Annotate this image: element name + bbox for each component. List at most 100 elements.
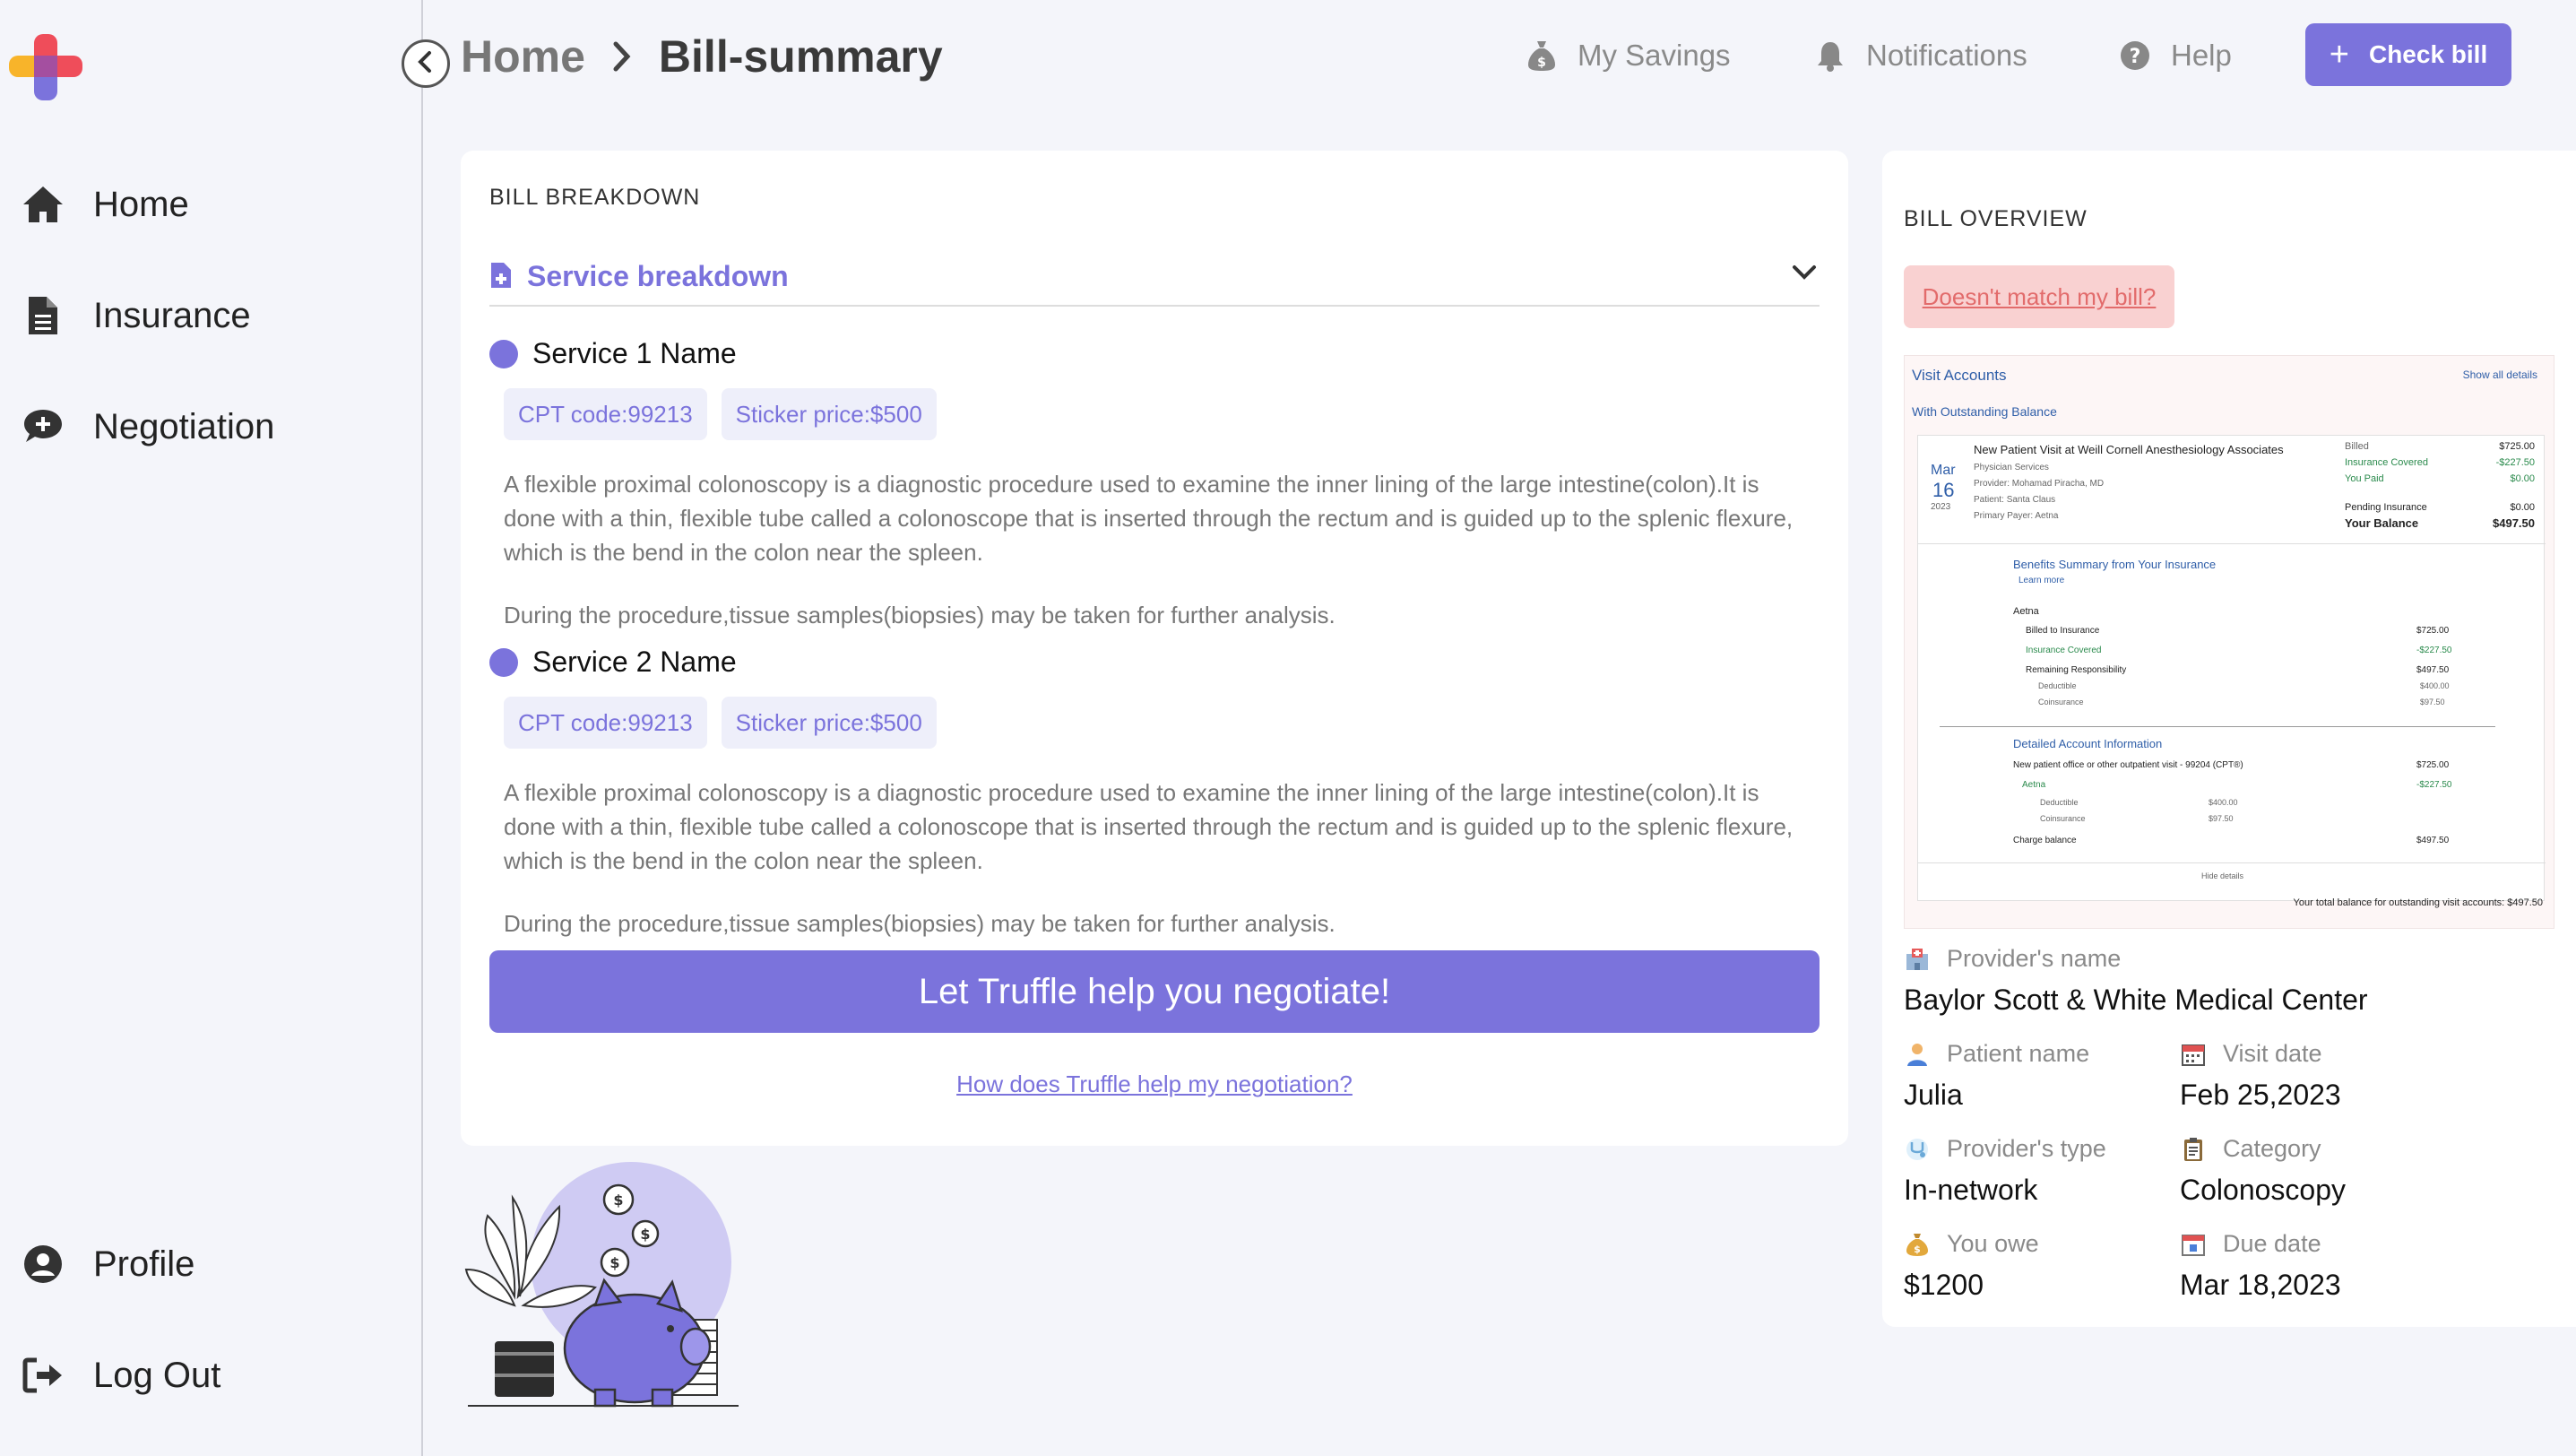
bill-ins-covered-label: Insurance Covered bbox=[2345, 457, 2428, 468]
sidebar-item-negotiation[interactable]: Negotiation bbox=[20, 403, 274, 450]
service-bullet bbox=[489, 647, 518, 677]
service-breakdown-title: Service breakdown bbox=[527, 259, 789, 292]
cpt-code-tag: CPT code:99213 bbox=[504, 388, 707, 440]
app-logo[interactable] bbox=[9, 34, 82, 100]
service-description: A flexible proximal colonoscopy is a dia… bbox=[504, 779, 1794, 874]
my-savings-label: My Savings bbox=[1578, 39, 1731, 72]
how-truffle-helps-link[interactable]: How does Truffle help my negotiation? bbox=[461, 1070, 1848, 1098]
sidebar-item-logout[interactable]: Log Out bbox=[20, 1352, 220, 1399]
sidebar-item-label: Profile bbox=[93, 1244, 195, 1284]
bill-coins: $97.50 bbox=[2420, 698, 2445, 706]
bill-aetna2: Aetna bbox=[2022, 780, 2046, 790]
bill-balance-label: Your Balance bbox=[2345, 516, 2419, 530]
bill-billed-ins: $725.00 bbox=[2416, 626, 2450, 636]
sidebar: Home Insurance Negotiation Profile Log O… bbox=[0, 0, 423, 1456]
bill-show-all-details: Show all details bbox=[2462, 368, 2537, 381]
svg-text:$: $ bbox=[609, 1254, 619, 1271]
provider-type-block: Provider's type In-network bbox=[1904, 1135, 2106, 1207]
breadcrumb: Home Bill-summary bbox=[461, 27, 943, 86]
bill-breakdown-title: BILL BREAKDOWN bbox=[489, 185, 701, 210]
sidebar-item-label: Log Out bbox=[93, 1355, 221, 1395]
person-icon bbox=[1904, 1041, 1931, 1068]
bill-breakdown-card: BILL BREAKDOWN Service breakdown Service… bbox=[461, 151, 1848, 1146]
doesnt-match-bill-button[interactable]: Doesn't match my bill? bbox=[1904, 265, 2174, 328]
bill-balance: $497.50 bbox=[2493, 516, 2535, 530]
service-name: Service 2 Name bbox=[532, 646, 737, 678]
negotiate-button[interactable]: Let Truffle help you negotiate! bbox=[489, 950, 1820, 1033]
bill-pending-label: Pending Insurance bbox=[2345, 502, 2427, 513]
sticker-price-tag: Sticker price:$500 bbox=[721, 697, 937, 749]
cpt-code-tag: CPT code:99213 bbox=[504, 697, 707, 749]
bill-divider bbox=[1918, 862, 2546, 863]
bill-coins2: $97.50 bbox=[2209, 814, 2234, 823]
sticker-price-tag: Sticker price:$500 bbox=[721, 388, 937, 440]
service-bullet bbox=[489, 339, 518, 368]
document-icon bbox=[20, 292, 66, 339]
you-owe-block: $ You owe $1200 bbox=[1904, 1230, 2039, 1302]
stethoscope-icon bbox=[1904, 1136, 1931, 1163]
sidebar-item-home[interactable]: Home bbox=[20, 181, 189, 228]
sidebar-item-insurance[interactable]: Insurance bbox=[20, 292, 251, 339]
breadcrumb-home[interactable]: Home bbox=[461, 30, 585, 82]
check-bill-label: Check bill bbox=[2368, 40, 2488, 68]
chevron-left-icon bbox=[416, 50, 436, 78]
bill-remaining-label: Remaining Responsibility bbox=[2026, 665, 2127, 675]
sidebar-item-label: Insurance bbox=[93, 295, 251, 335]
bill-patient: Patient: Santa Claus bbox=[1974, 495, 2056, 505]
chevron-down-icon[interactable] bbox=[1791, 264, 1818, 286]
bill-line-item: New patient office or other outpatient v… bbox=[2013, 760, 2243, 770]
you-owe-value: $1200 bbox=[1904, 1269, 1984, 1301]
bill-divider bbox=[1940, 726, 2495, 727]
patient-name-label: Patient name bbox=[1947, 1040, 2090, 1067]
svg-text:$: $ bbox=[640, 1226, 650, 1243]
calendar-icon bbox=[2180, 1041, 2207, 1068]
svg-text:$: $ bbox=[1914, 1244, 1921, 1255]
sidebar-item-profile[interactable]: Profile bbox=[20, 1241, 194, 1287]
bill-day: 16 bbox=[1932, 479, 1955, 501]
help-link[interactable]: ? Help bbox=[2117, 32, 2232, 79]
check-bill-button[interactable]: + Check bill bbox=[2305, 23, 2511, 86]
chat-plus-icon bbox=[20, 403, 66, 450]
patient-name-block: Patient name Julia bbox=[1904, 1040, 2089, 1112]
bill-coins2-label: Coinsurance bbox=[2040, 814, 2086, 823]
provider-type-label: Provider's type bbox=[1947, 1135, 2106, 1162]
bill-ins-cov2: -$227.50 bbox=[2416, 646, 2452, 655]
notifications-link[interactable]: Notifications bbox=[1812, 32, 2027, 79]
bill-year: 2023 bbox=[1931, 502, 1951, 512]
bill-you-paid-label: You Paid bbox=[2345, 473, 2384, 484]
bill-ins-cov2-label: Insurance Covered bbox=[2026, 646, 2102, 655]
provider-name-block: Provider's name Baylor Scott & White Med… bbox=[1904, 945, 2368, 1017]
service-note: During the procedure,tissue samples(biop… bbox=[504, 910, 1336, 937]
service-breakdown-toggle[interactable]: Service breakdown bbox=[489, 247, 1820, 307]
bill-visit-accounts: Visit Accounts bbox=[1912, 367, 2007, 384]
bill-overview-title: BILL OVERVIEW bbox=[1904, 206, 2088, 231]
provider-name-label: Provider's name bbox=[1947, 945, 2122, 972]
bill-divider bbox=[1918, 543, 2546, 544]
provider-name-value: Baylor Scott & White Medical Center bbox=[1904, 984, 2368, 1016]
bill-charge-label: Charge balance bbox=[2013, 836, 2077, 845]
you-owe-label: You owe bbox=[1947, 1230, 2039, 1257]
bill-line-amount: $725.00 bbox=[2416, 760, 2450, 770]
bill-coins-label: Coinsurance bbox=[2038, 698, 2084, 706]
due-date-block: Due date Mar 18,2023 bbox=[2180, 1230, 2341, 1302]
help-label: Help bbox=[2171, 39, 2232, 72]
visit-date-label: Visit date bbox=[2223, 1040, 2322, 1067]
bill-provider: Provider: Mohamad Piracha, MD bbox=[1974, 479, 2105, 489]
svg-text:$: $ bbox=[613, 1192, 623, 1209]
service-description: A flexible proximal colonoscopy is a dia… bbox=[504, 471, 1794, 566]
bill-learn-more: Learn more bbox=[2018, 576, 2065, 585]
bill-remaining: $497.50 bbox=[2416, 665, 2450, 675]
my-savings-link[interactable]: $ My Savings bbox=[1524, 32, 1731, 79]
bill-hide-details: Hide details bbox=[2201, 871, 2244, 880]
chevron-right-icon bbox=[612, 40, 632, 73]
logout-icon bbox=[20, 1352, 66, 1399]
piggy-bank-illustration: $ $ $ bbox=[461, 1162, 748, 1409]
home-icon bbox=[20, 181, 66, 228]
bill-visit-sub: Physician Services bbox=[1974, 463, 2049, 472]
collapse-sidebar-button[interactable] bbox=[402, 39, 450, 88]
category-block: Category Colonoscopy bbox=[2180, 1135, 2346, 1207]
svg-text:?: ? bbox=[2130, 46, 2141, 68]
clipboard-icon bbox=[2180, 1136, 2207, 1163]
sidebar-item-label: Negotiation bbox=[93, 406, 275, 446]
bill-statement-image[interactable]: Visit Accounts Show all details With Out… bbox=[1904, 355, 2554, 929]
